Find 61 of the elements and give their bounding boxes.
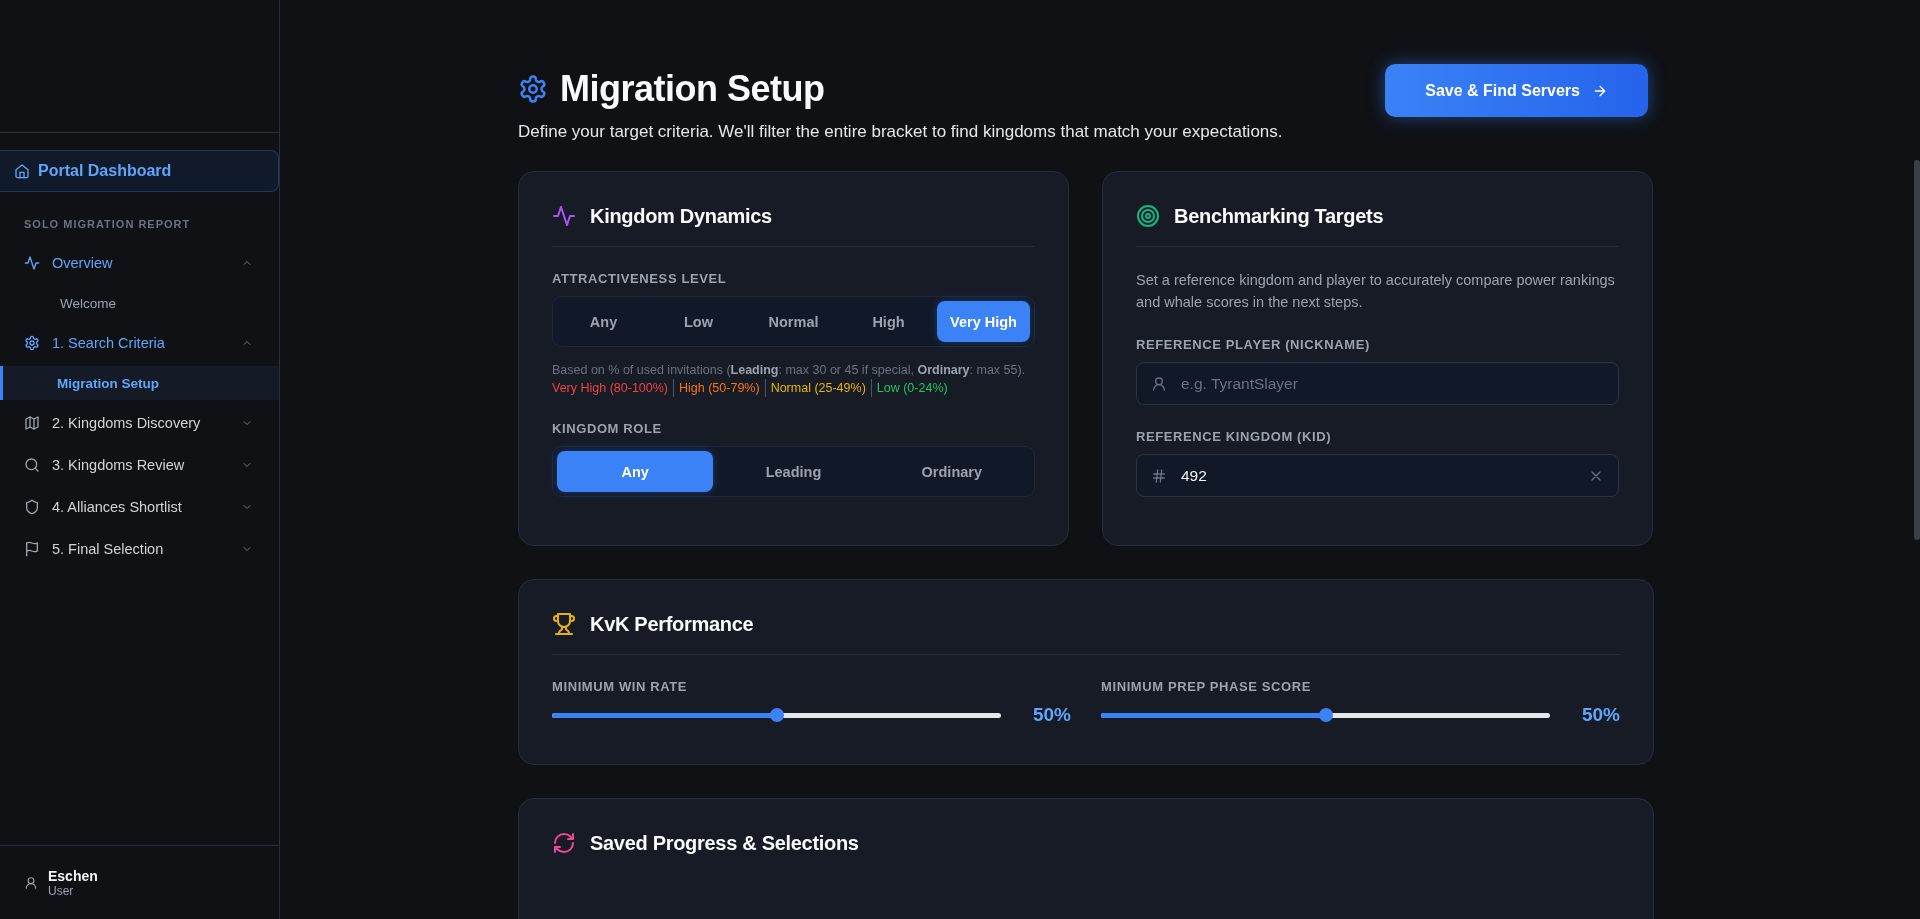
field-label: ATTRACTIVENESS LEVEL xyxy=(552,271,728,286)
gear-icon xyxy=(24,335,40,351)
user-role: User xyxy=(48,883,75,898)
legend-text: Very High (80-100%) xyxy=(552,380,669,397)
user-icon xyxy=(1151,375,1167,392)
help-text: Based on % of used invitations (Leading: max 30 or 45 if special, Ordinary: max 55). xyxy=(552,362,1027,379)
trophy-icon xyxy=(552,612,576,636)
player-input-field[interactable]: e.g. TyrantSlayer xyxy=(1181,363,1604,404)
segment-option[interactable]: Any xyxy=(557,301,650,342)
hash-icon xyxy=(1151,467,1167,484)
nav-item[interactable]: Overview xyxy=(0,242,279,284)
player-field[interactable]: e.g. TyrantSlayer xyxy=(1136,362,1619,405)
scrollbar[interactable] xyxy=(1914,160,1920,540)
segment-option[interactable]: High xyxy=(842,301,935,342)
legend-text: High (50-79%) xyxy=(673,379,760,397)
card-description: Set a reference kingdom and player to accurately compare power rankings and whale scores in the next steps. xyxy=(1136,271,1616,312)
target-icon xyxy=(1136,204,1160,228)
slider-value: 50% xyxy=(1031,704,1071,726)
pulse-icon xyxy=(24,255,40,271)
segment-option[interactable]: Very High xyxy=(937,301,1030,342)
card-title: Benchmarking Targets xyxy=(1174,204,1384,228)
card-title: Saved Progress & Selections xyxy=(590,831,859,855)
save-button[interactable]: Save & Find Servers xyxy=(1385,64,1648,117)
home-icon xyxy=(14,163,30,179)
segment-option[interactable]: Normal xyxy=(747,301,840,342)
segment-option[interactable]: Leading xyxy=(715,451,872,492)
slider-value: 50% xyxy=(1580,704,1620,726)
segment-option[interactable]: Ordinary xyxy=(873,451,1030,492)
card-title: Kingdom Dynamics xyxy=(590,204,772,228)
card-title: KvK Performance xyxy=(590,612,754,636)
segment-option[interactable]: Any xyxy=(557,451,714,492)
dashboard-link[interactable]: Portal Dashboard xyxy=(0,150,279,192)
page-title: Migration Setup xyxy=(560,68,825,110)
kingdom-field[interactable]: 492 xyxy=(1136,454,1619,497)
user-name: Eschen xyxy=(48,867,98,884)
map-icon xyxy=(24,415,40,431)
refresh-icon xyxy=(552,831,576,855)
gear-icon xyxy=(518,74,548,104)
kingdom-input-field[interactable]: 492 xyxy=(1181,455,1574,496)
legend-text: Normal (25-49%) xyxy=(764,379,866,397)
segment-option[interactable]: Low xyxy=(652,301,745,342)
section-label: SOLO MIGRATION REPORT xyxy=(23,218,192,230)
slider-label: MINIMUM PREP PHASE SCORE xyxy=(1101,679,1312,694)
field-label: REFERENCE KINGDOM (KID) xyxy=(1136,429,1333,444)
page-subtitle: Define your target criteria. We'll filter the entire bracket to find kingdoms that match your expectations. xyxy=(518,122,1283,142)
legend-text: Low (0-24%) xyxy=(870,379,948,397)
field-label: KINGDOM ROLE xyxy=(552,421,663,436)
nav-item[interactable]: 1. Search Criteria xyxy=(0,322,279,364)
slider-label: MINIMUM WIN RATE xyxy=(552,679,688,694)
search-icon xyxy=(24,457,40,473)
field-label: REFERENCE PLAYER (NICKNAME) xyxy=(1136,337,1371,352)
pulse-icon xyxy=(552,204,576,228)
nav-item[interactable]: 5. Final Selection xyxy=(0,528,279,570)
shield-icon xyxy=(24,499,40,515)
nav-item[interactable]: 3. Kingdoms Review xyxy=(0,444,279,486)
nav-subitem[interactable]: Migration Setup xyxy=(0,366,279,400)
flag-icon xyxy=(24,541,40,557)
nav-item[interactable]: 4. Alliances Shortlist xyxy=(0,486,279,528)
nav-subitem[interactable]: Welcome xyxy=(0,286,279,320)
nav-item[interactable]: 2. Kingdoms Discovery xyxy=(0,402,279,444)
user-icon xyxy=(24,875,38,890)
